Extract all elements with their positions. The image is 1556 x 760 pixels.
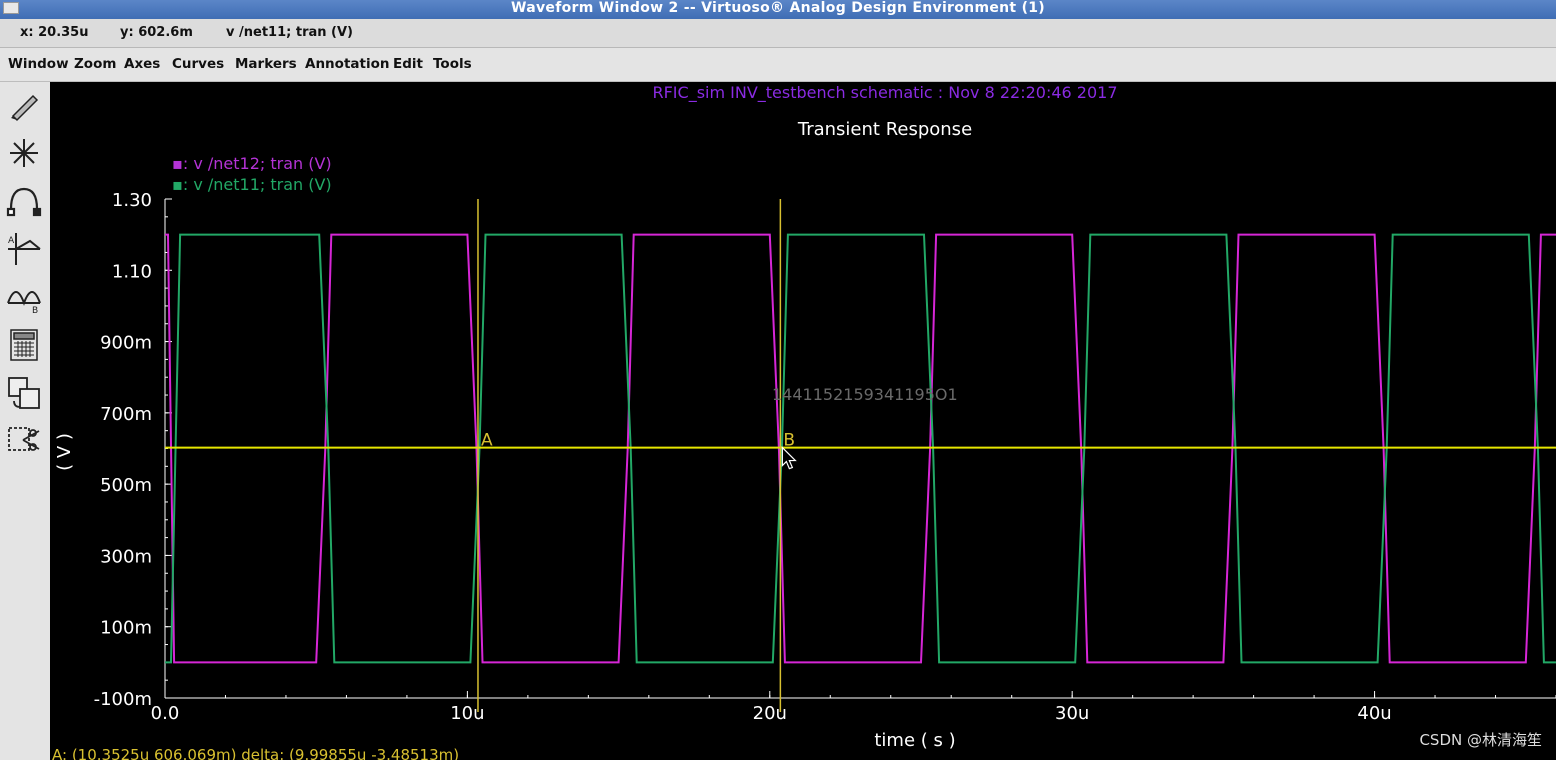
menu-zoom[interactable]: Zoom — [74, 56, 116, 72]
legend-net11[interactable]: ▪: v /net11; tran (V) — [172, 175, 332, 194]
x-tick-label: 40u — [1357, 703, 1391, 724]
y-tick-label: 1.10 — [112, 261, 152, 282]
crosshair-graph-icon[interactable]: A — [3, 228, 45, 270]
marker-label-a: A — [481, 431, 493, 451]
x-axis-label: time ( s ) — [874, 730, 955, 751]
menu-markers[interactable]: Markers — [235, 56, 297, 72]
marker-readout: A: (10.3525u 606.069m) delta: (9.99855u … — [52, 746, 459, 760]
y-axis-label: ( V ) — [54, 433, 75, 471]
y-tick-label: 1.30 — [112, 190, 152, 211]
y-tick-label: 700m — [100, 404, 152, 425]
menu-annotation[interactable]: Annotation — [305, 56, 389, 72]
menu-bar: Window Zoom Axes Curves Markers Annotati… — [0, 48, 1556, 82]
waveform-ab-icon[interactable]: B — [3, 276, 45, 318]
window-title: Waveform Window 2 -- Virtuoso® Analog De… — [510, 0, 1046, 16]
legend-net12[interactable]: ▪: v /net12; tran (V) — [172, 154, 332, 173]
overlay-number-text: 1441152159341195O1 — [772, 385, 958, 404]
marker-label-b: B — [783, 431, 795, 451]
pencil-icon[interactable] — [3, 84, 45, 126]
svg-text:A: A — [8, 236, 15, 246]
x-tick-label: 0.0 — [151, 703, 180, 724]
y-tick-label: 900m — [100, 333, 152, 354]
menu-edit[interactable]: Edit — [393, 56, 423, 72]
menu-window[interactable]: Window — [8, 56, 69, 72]
x-coordinate-readout: x: 20.35u — [20, 25, 89, 40]
copy-window-icon[interactable] — [3, 372, 45, 414]
waveform-plot[interactable]: RFIC_sim INV_testbench schematic : Nov 8… — [50, 82, 1556, 760]
y-tick-label: 100m — [100, 618, 152, 639]
tool-palette: A B — [0, 82, 51, 760]
y-tick-label: 500m — [100, 475, 152, 496]
snowflake-icon[interactable] — [3, 132, 45, 174]
x-tick-label: 30u — [1055, 703, 1089, 724]
y-tick-label: 300m — [100, 546, 152, 567]
y-coordinate-readout: y: 602.6m — [120, 25, 193, 40]
y-tick-label: -100m — [94, 689, 152, 710]
scissors-icon[interactable] — [3, 420, 45, 462]
x-tick-label: 10u — [450, 703, 484, 724]
x-tick-label: 20u — [753, 703, 787, 724]
title-bar: Waveform Window 2 -- Virtuoso® Analog De… — [0, 0, 1556, 19]
arc-icon[interactable] — [3, 180, 45, 222]
menu-curves[interactable]: Curves — [172, 56, 224, 72]
simulation-header: RFIC_sim INV_testbench schematic : Nov 8… — [652, 83, 1117, 103]
signal-readout: v /net11; tran (V) — [226, 25, 353, 40]
menu-axes[interactable]: Axes — [124, 56, 160, 72]
svg-text:B: B — [32, 306, 38, 315]
menu-tools[interactable]: Tools — [433, 56, 472, 72]
chart-title: Transient Response — [797, 119, 972, 140]
watermark: CSDN @林清海笙 — [1419, 731, 1542, 749]
calculator-icon[interactable] — [3, 324, 45, 366]
status-bar: x: 20.35u y: 602.6m v /net11; tran (V) — [0, 19, 1556, 48]
